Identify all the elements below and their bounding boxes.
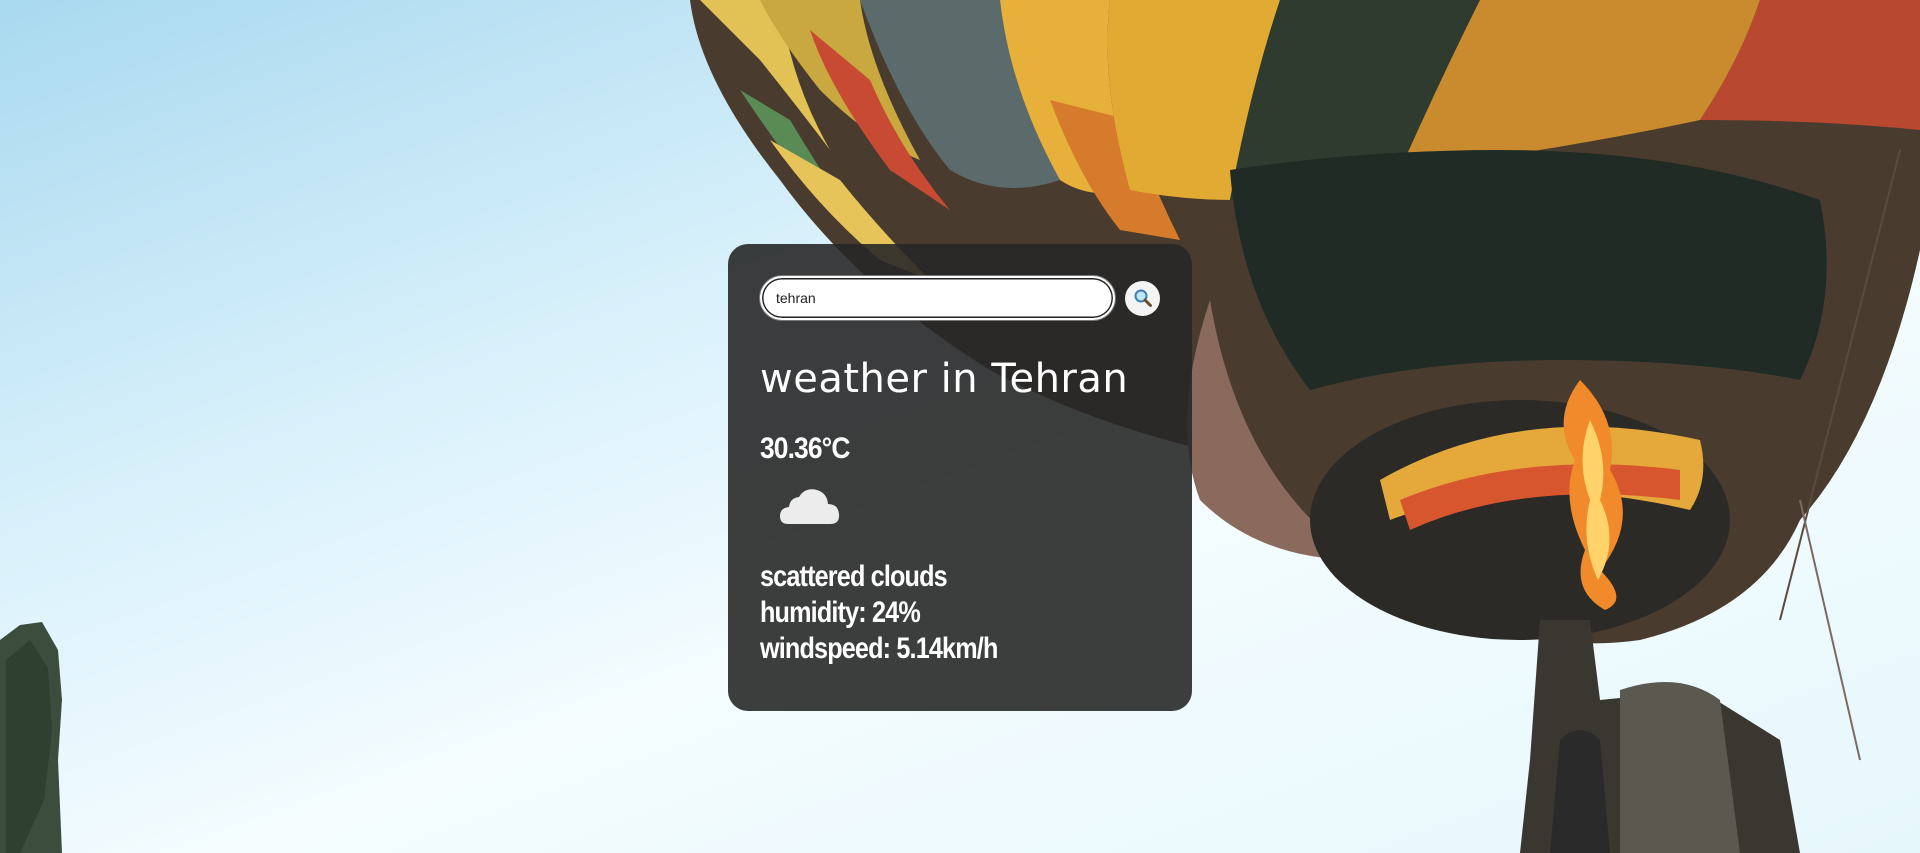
city-title: weather in Tehran (760, 356, 1129, 402)
search-icon (1134, 289, 1152, 307)
search-input[interactable] (760, 276, 1116, 320)
windspeed: windspeed: 5.14km/h (760, 632, 998, 665)
temperature: 30.36°C (760, 432, 850, 465)
weather-description: scattered clouds (760, 560, 948, 593)
humidity: humidity: 24% (760, 596, 921, 629)
cloud-icon (780, 489, 840, 524)
weather-details: scattered clouds humidity: 24% windspeed… (760, 559, 1160, 667)
search-button[interactable] (1125, 280, 1160, 316)
weather-card: weather in Tehran 30.36°C scattered clou… (728, 244, 1192, 711)
search-bar (760, 276, 1160, 320)
